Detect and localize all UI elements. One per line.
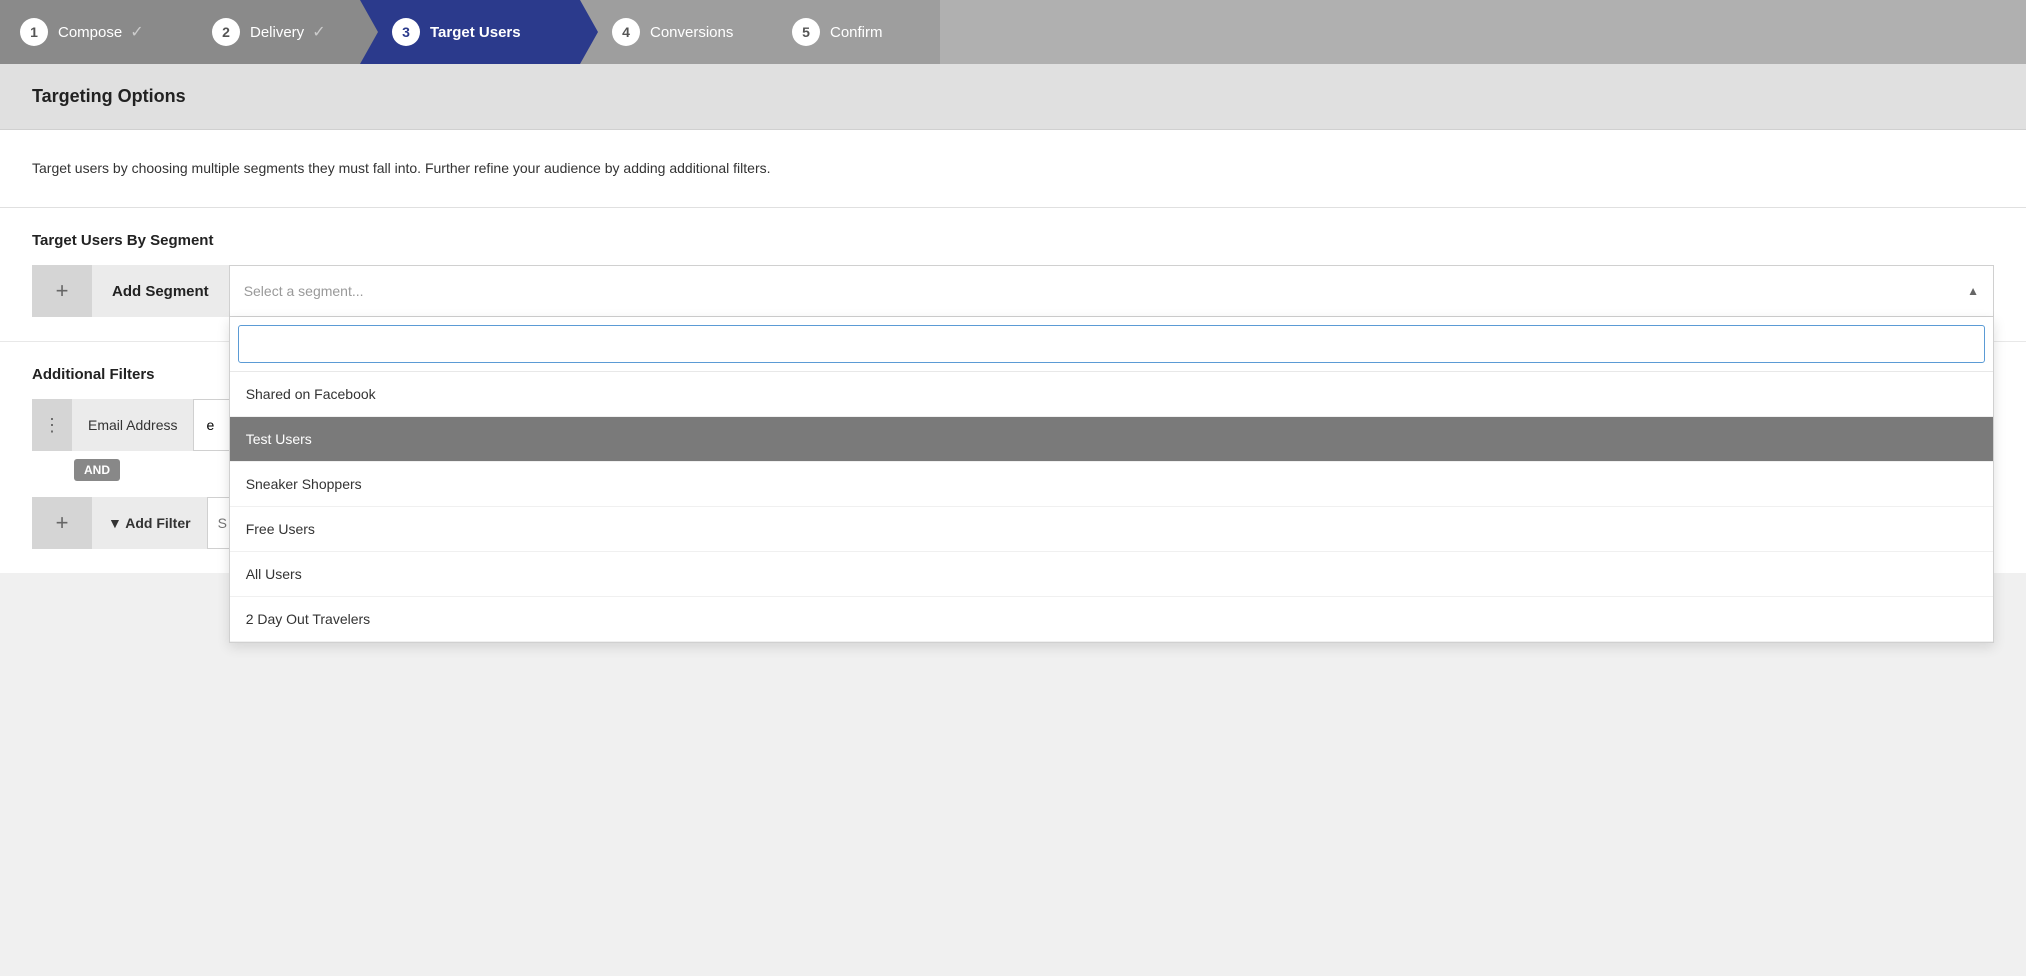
wizard-bar: 1 Compose ✓ 2 Delivery ✓ 3 Target Users … xyxy=(0,0,2026,64)
section-header: Targeting Options xyxy=(0,64,2026,130)
filter-label-email: Email Address xyxy=(72,399,193,451)
step-num-2: 2 xyxy=(212,18,240,46)
and-badge: AND xyxy=(74,459,120,481)
add-segment-label: Add Segment xyxy=(92,265,229,317)
wizard-step-delivery[interactable]: 2 Delivery ✓ xyxy=(180,0,360,64)
add-segment-plus-button[interactable]: + xyxy=(32,265,92,317)
main-content: Targeting Options Target users by choosi… xyxy=(0,64,2026,573)
step-label-conversions: Conversions xyxy=(650,24,733,41)
section-title: Targeting Options xyxy=(32,86,1994,107)
segment-section-title: Target Users By Segment xyxy=(32,232,1994,249)
check-icon-compose: ✓ xyxy=(130,22,143,42)
segment-section: Target Users By Segment + Add Segment Se… xyxy=(0,208,2026,342)
wizard-step-target-users[interactable]: 3 Target Users xyxy=(360,0,580,64)
dropdown-item-sneaker-shoppers[interactable]: Sneaker Shoppers xyxy=(230,462,1993,507)
step-label-compose: Compose xyxy=(58,24,122,41)
arrow-up-icon: ▲ xyxy=(1967,284,1979,298)
segment-dropdown: Shared on Facebook Test Users Sneaker Sh… xyxy=(229,317,1994,643)
dropdown-item-shared-facebook[interactable]: Shared on Facebook xyxy=(230,372,1993,417)
step-label-target-users: Target Users xyxy=(430,24,521,41)
wizard-step-compose[interactable]: 1 Compose ✓ xyxy=(0,0,180,64)
segment-search-input[interactable] xyxy=(238,325,1985,363)
segment-search-wrap xyxy=(230,317,1993,372)
step-num-3: 3 xyxy=(392,18,420,46)
add-filter-plus-button[interactable]: + xyxy=(32,497,92,549)
add-filter-label[interactable]: ▼ Add Filter xyxy=(92,497,207,549)
add-segment-row: + Add Segment Select a segment... ▲ Shar… xyxy=(32,265,1994,317)
dropdown-item-2day-travelers[interactable]: 2 Day Out Travelers xyxy=(230,597,1993,642)
segment-dropdown-wrap: Select a segment... ▲ Shared on Facebook… xyxy=(229,265,1994,317)
step-num-4: 4 xyxy=(612,18,640,46)
step-num-1: 1 xyxy=(20,18,48,46)
dropdown-item-all-users[interactable]: All Users xyxy=(230,552,1993,597)
check-icon-delivery: ✓ xyxy=(312,22,325,42)
description-section: Target users by choosing multiple segmen… xyxy=(0,130,2026,208)
dropdown-item-test-users[interactable]: Test Users xyxy=(230,417,1993,462)
step-label-confirm: Confirm xyxy=(830,24,883,41)
segment-select-trigger[interactable]: Select a segment... ▲ xyxy=(229,265,1994,317)
step-label-delivery: Delivery xyxy=(250,24,304,41)
description-text: Target users by choosing multiple segmen… xyxy=(32,158,1994,179)
drag-handle-email[interactable]: ⋮ xyxy=(32,399,72,451)
wizard-step-confirm[interactable]: 5 Confirm xyxy=(760,0,940,64)
step-num-5: 5 xyxy=(792,18,820,46)
dropdown-item-free-users[interactable]: Free Users xyxy=(230,507,1993,552)
wizard-step-conversions[interactable]: 4 Conversions xyxy=(580,0,760,64)
dropdown-scroll[interactable]: Shared on Facebook Test Users Sneaker Sh… xyxy=(230,372,1993,642)
select-placeholder: Select a segment... xyxy=(244,283,364,299)
